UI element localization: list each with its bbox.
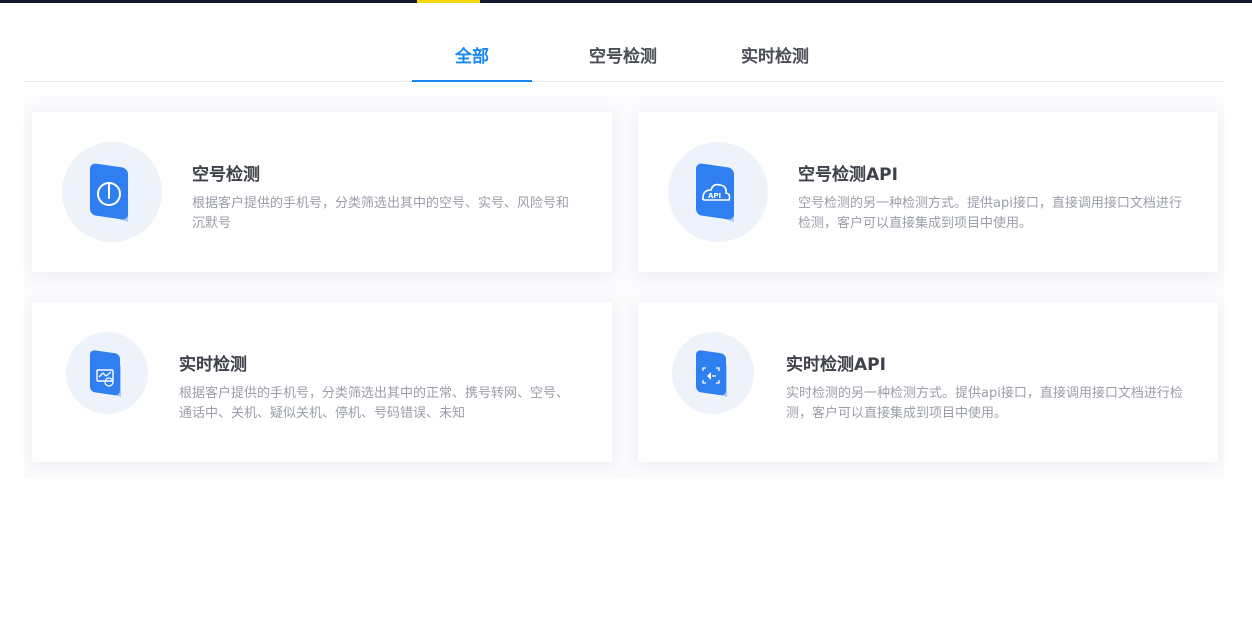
card-description: 实时检测的另一种检测方式。提供api接口，直接调用接口文档进行检测，客户可以直接… (786, 386, 1183, 421)
product-card-realtime-api[interactable]: 实时检测API 实时检测的另一种检测方式。提供api接口，直接调用接口文档进行检… (638, 302, 1218, 462)
top-bar-accent (417, 0, 480, 3)
tab-all[interactable]: 全部 (412, 40, 532, 82)
product-card-realtime-check[interactable]: 实时检测 根据客户提供的手机号，分类筛选出其中的正常、携号转网、空号、通话中、关… (32, 302, 612, 462)
card-description: 根据客户提供的手机号，分类筛选出其中的空号、实号、风险号和沉默号 (192, 196, 570, 231)
cloud-api-icon: API (696, 163, 734, 222)
card-title: 空号检测 (192, 165, 260, 185)
card-description: 空号检测的另一种检测方式。提供api接口，直接调用接口文档进行检测，客户可以直接… (798, 196, 1182, 231)
icon-circle: API (668, 142, 768, 242)
realtime-api-icon (696, 350, 727, 397)
icon-circle (66, 332, 148, 414)
product-card-empty-number-api[interactable]: API 空号检测API 空号检测的另一种检测方式。提供api接口，直接调用接口文… (638, 112, 1218, 272)
realtime-icon (90, 350, 121, 397)
tab-realtime-check[interactable]: 实时检测 (724, 40, 826, 81)
icon-circle (672, 332, 754, 414)
svg-text:API: API (708, 192, 721, 200)
top-bar (0, 0, 1252, 3)
power-icon (90, 163, 128, 222)
product-card-empty-number-check[interactable]: 空号检测 根据客户提供的手机号，分类筛选出其中的空号、实号、风险号和沉默号 (32, 112, 612, 272)
card-title: 空号检测API (798, 165, 898, 185)
tab-empty-number-check[interactable]: 空号检测 (572, 40, 674, 81)
card-description: 根据客户提供的手机号，分类筛选出其中的正常、携号转网、空号、通话中、关机、疑似关… (179, 386, 570, 421)
icon-circle (62, 142, 162, 242)
category-tabs: 全部 空号检测 实时检测 (24, 40, 1224, 82)
card-title: 实时检测API (786, 355, 886, 375)
card-title: 实时检测 (179, 355, 247, 375)
